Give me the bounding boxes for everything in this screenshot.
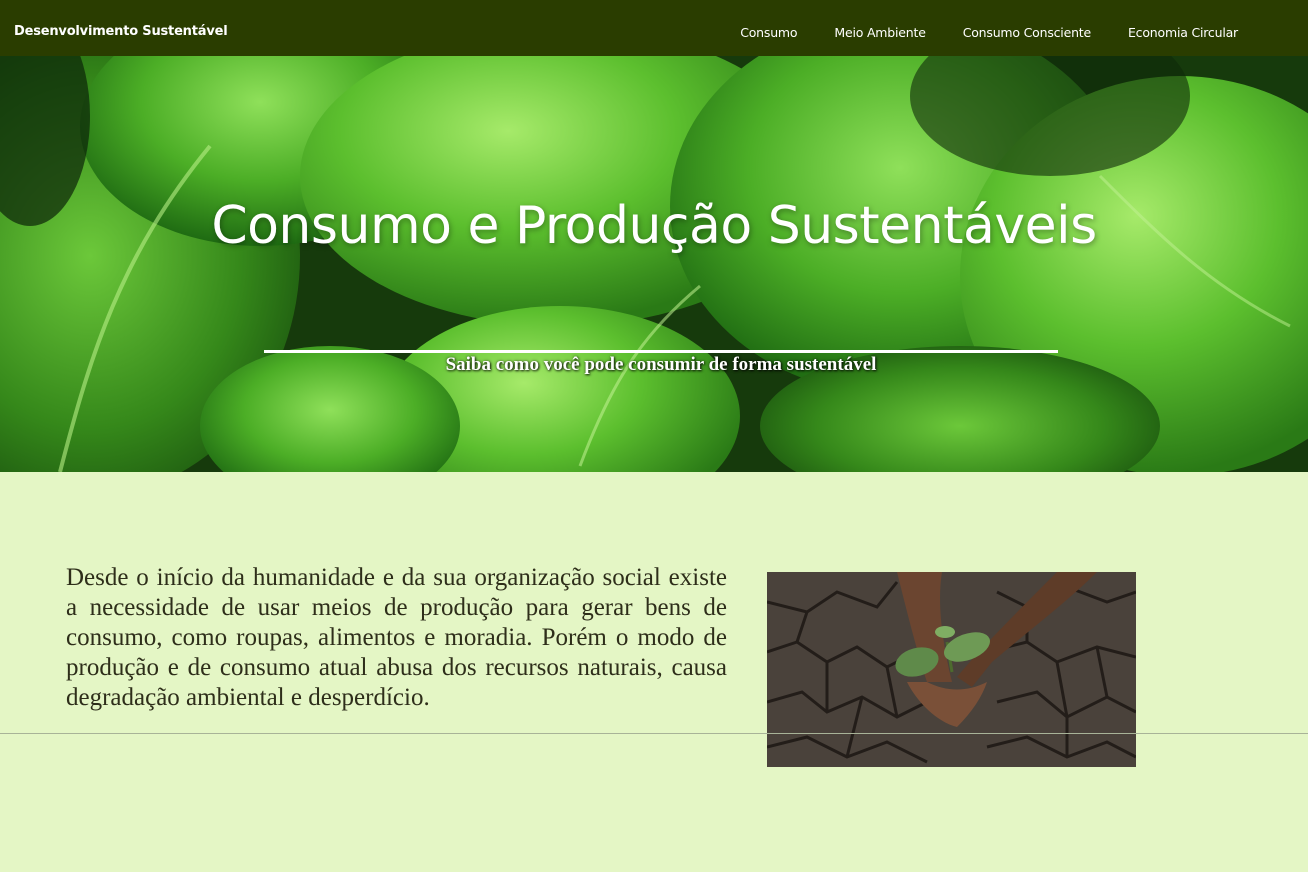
nav-link-economia-circular[interactable]: Economia Circular [1128, 25, 1238, 40]
brand-link[interactable]: Desenvolvimento Sustentável [14, 24, 228, 39]
nav-link-consumo[interactable]: Consumo [740, 25, 797, 40]
hero-banner: Consumo e Produção Sustentáveis Saiba co… [0, 56, 1308, 472]
hero-subtitle: Saiba como você pode consumir de forma s… [445, 354, 877, 375]
cracked-earth-illustration [767, 572, 1136, 767]
lettuce-leaves-background-image [0, 56, 1308, 472]
horizontal-rule [0, 733, 1308, 734]
nav-links: Consumo Meio Ambiente Consumo Consciente… [703, 25, 1238, 40]
intro-paragraph: Desde o início da humanidade e da sua or… [66, 564, 727, 711]
navbar: Desenvolvimento Sustentável Consumo Meio… [0, 0, 1308, 56]
hands-planting-seedling-image [767, 572, 1136, 767]
nav-link-consumo-consciente[interactable]: Consumo Consciente [963, 25, 1091, 40]
nav-link-meio-ambiente[interactable]: Meio Ambiente [834, 25, 926, 40]
hero-divider [264, 350, 1058, 353]
hero-title: Consumo e Produção Sustentáveis [211, 196, 1097, 256]
